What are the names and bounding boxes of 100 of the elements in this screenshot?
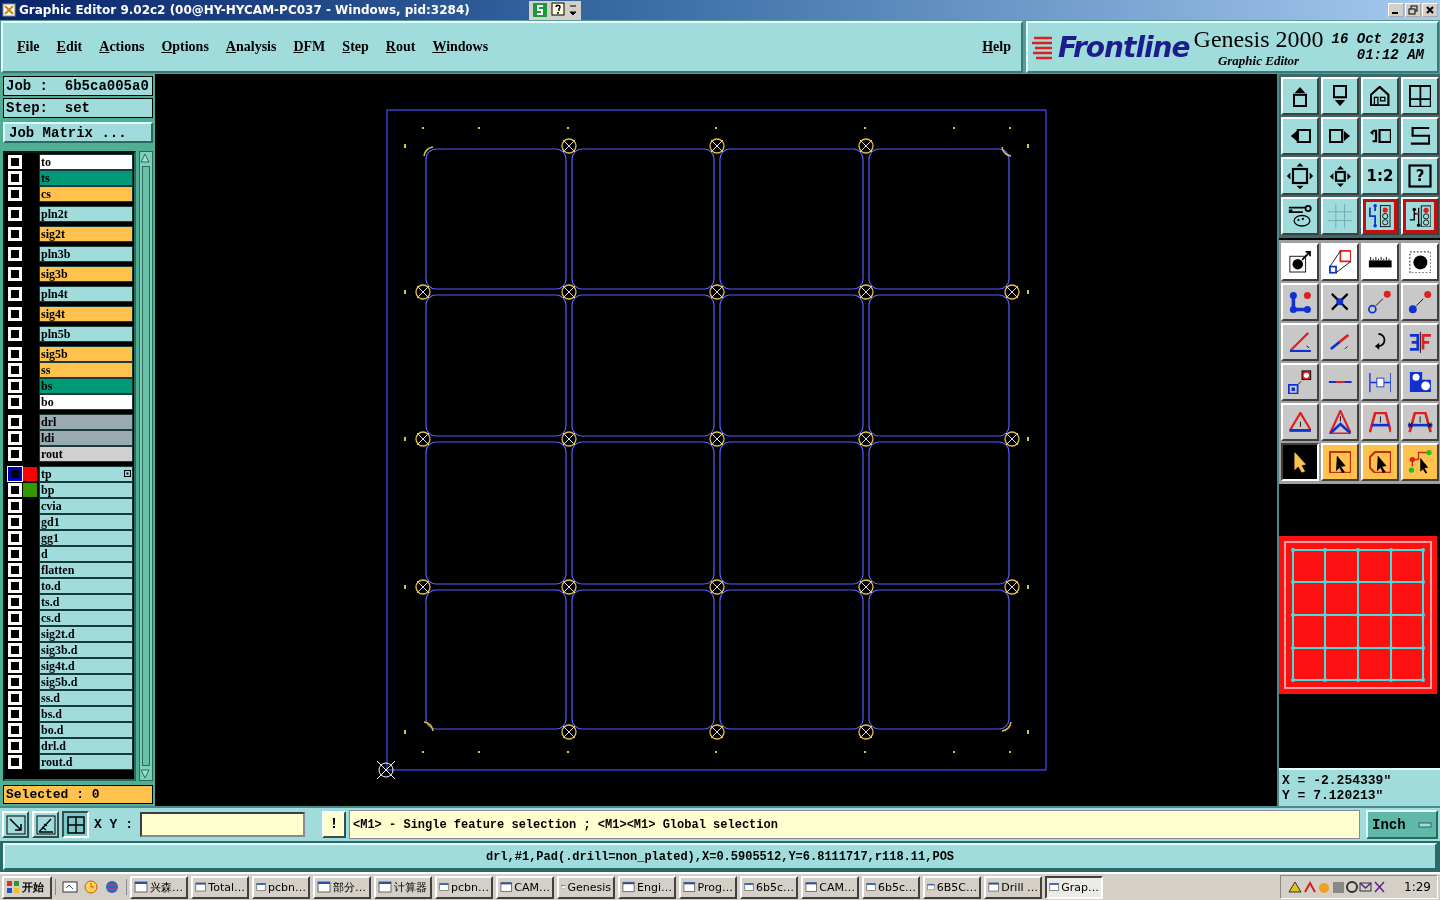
taskbar-button[interactable]: 计算器 (374, 875, 432, 899)
menu-item[interactable]: Actions (99, 39, 145, 55)
taskbar-button[interactable]: 部分… (313, 875, 371, 899)
layer-name[interactable]: flatten (39, 562, 133, 578)
layer-name[interactable]: ts (39, 170, 133, 186)
start-button[interactable]: 开始 (2, 875, 52, 899)
scrollbar-thumb[interactable] (142, 166, 150, 766)
app-icon (2, 3, 16, 17)
layer-name[interactable]: tp (39, 466, 133, 482)
layer-checkbox[interactable] (8, 467, 22, 481)
desktop-icon (62, 879, 78, 895)
view-tool-button[interactable] (1321, 117, 1359, 155)
taskbar-button[interactable]: Grap… (1045, 875, 1103, 899)
layer-name[interactable]: bp (39, 482, 133, 498)
layer-name[interactable]: gg1 (39, 530, 133, 546)
view-tool-button[interactable] (1321, 157, 1359, 195)
window-icon (195, 880, 207, 894)
taskbar-button[interactable]: Genesis (557, 875, 615, 899)
layer-name[interactable]: ss.d (39, 690, 133, 706)
layer-name[interactable]: sig5b.d (39, 674, 133, 690)
taskbar-button[interactable]: CAM… (801, 875, 859, 899)
menu-item[interactable]: Options (161, 39, 209, 55)
layer-name[interactable]: gd1 (39, 514, 133, 530)
taskbar-button[interactable]: Prog… (679, 875, 737, 899)
layer-name[interactable]: rout.d (39, 754, 133, 770)
view-tool-button[interactable] (1281, 117, 1319, 155)
layer-name[interactable]: ts.d (39, 594, 133, 610)
view-tool-button[interactable] (1281, 77, 1319, 115)
layer-name[interactable]: pln2t (39, 206, 133, 222)
layer-name[interactable]: d (39, 546, 133, 562)
layer-name[interactable]: cs.d (39, 610, 133, 626)
view-tool-button[interactable] (1401, 77, 1439, 115)
view-tool-button[interactable] (1401, 117, 1439, 155)
taskbar-button[interactable]: 兴森… (130, 875, 188, 899)
scrollbar[interactable] (139, 151, 153, 781)
layer-name[interactable]: sig3b (39, 266, 133, 282)
view-tool-button[interactable] (1321, 197, 1359, 235)
window-icon (500, 880, 513, 894)
job-matrix-button[interactable]: Job Matrix ... (3, 122, 153, 143)
pan-left-icon (1289, 129, 1311, 143)
view-tool-button[interactable]: ? (1401, 157, 1439, 195)
layer-name[interactable]: bs.d (39, 706, 133, 722)
layer-name[interactable]: cs (39, 186, 133, 202)
execute-button[interactable]: ! (322, 811, 346, 838)
view-tool-button[interactable] (1361, 197, 1399, 235)
layer-name[interactable]: bs (39, 378, 133, 394)
menu-item[interactable]: Rout (385, 39, 416, 55)
menu-item[interactable]: Windows (432, 39, 489, 55)
layer-name[interactable]: to (39, 154, 133, 170)
view-tool-button[interactable] (1361, 77, 1399, 115)
layer-color-swatch[interactable] (23, 467, 37, 481)
layer-name[interactable]: sig5b (39, 346, 133, 362)
layer-name[interactable]: drl (39, 414, 133, 430)
taskbar-button[interactable]: 6b5c… (740, 875, 798, 899)
view-tool-button[interactable] (1361, 117, 1399, 155)
taskbar-button[interactable]: CAM… (496, 875, 554, 899)
menu-item[interactable]: File (17, 39, 40, 55)
layer-name[interactable]: cvia (39, 498, 133, 514)
angle-icon (35, 814, 56, 835)
s-icon (531, 2, 548, 18)
view-tool-button[interactable]: 1:2 (1361, 157, 1399, 195)
dot-to-dot-icon (1407, 289, 1433, 315)
grid-snap-button[interactable] (62, 811, 89, 838)
layer-name[interactable]: bo (39, 394, 133, 410)
taskbar-button[interactable]: pcbn… (252, 875, 310, 899)
zoom-area-button[interactable] (2, 811, 29, 838)
menu-item[interactable]: DFM (293, 39, 326, 55)
layer-name[interactable]: drl.d (39, 738, 133, 754)
layer-name[interactable]: pln4t (39, 286, 133, 302)
taskbar-button[interactable]: Drill … (984, 875, 1042, 899)
layer-name[interactable]: sig2t.d (39, 626, 133, 642)
layer-name[interactable]: pln5b (39, 326, 133, 342)
layer-name[interactable]: rout (39, 446, 133, 462)
layer-name[interactable]: ss (39, 362, 133, 378)
taskbar-button[interactable]: pcbn… (435, 875, 493, 899)
menu-item[interactable]: Analysis (225, 39, 277, 55)
view-tool-button[interactable] (1401, 197, 1439, 235)
view-tool-button[interactable] (1321, 77, 1359, 115)
menu-item[interactable]: Help (982, 39, 1011, 55)
layer-name[interactable]: pln3b (39, 246, 133, 262)
layer-name[interactable]: sig3b.d (39, 642, 133, 658)
layer-name[interactable]: sig4t.d (39, 658, 133, 674)
taskbar-button[interactable]: Total… (191, 875, 249, 899)
edit-tool-button[interactable] (1281, 443, 1319, 481)
layer-name[interactable]: ldi (39, 430, 133, 446)
menu-item[interactable]: Edit (56, 39, 83, 55)
snap-angle-button[interactable] (32, 811, 59, 838)
menu-item[interactable]: Step (342, 39, 369, 55)
coordinate-input[interactable] (140, 812, 305, 837)
layer-name[interactable]: sig2t (39, 226, 133, 242)
taskbar-button[interactable]: 6b5c… (862, 875, 920, 899)
taskbar-button[interactable]: Engi… (618, 875, 676, 899)
taskbar-button[interactable]: 6B5C… (923, 875, 981, 899)
layer-name[interactable]: bo.d (39, 722, 133, 738)
view-tool-button[interactable] (1281, 157, 1319, 195)
layer-color-swatch[interactable] (23, 483, 37, 497)
layer-name[interactable]: sig4t (39, 306, 133, 322)
units-button[interactable]: Inch (1366, 810, 1438, 839)
layer-name[interactable]: to.d (39, 578, 133, 594)
view-tool-button[interactable] (1281, 197, 1319, 235)
